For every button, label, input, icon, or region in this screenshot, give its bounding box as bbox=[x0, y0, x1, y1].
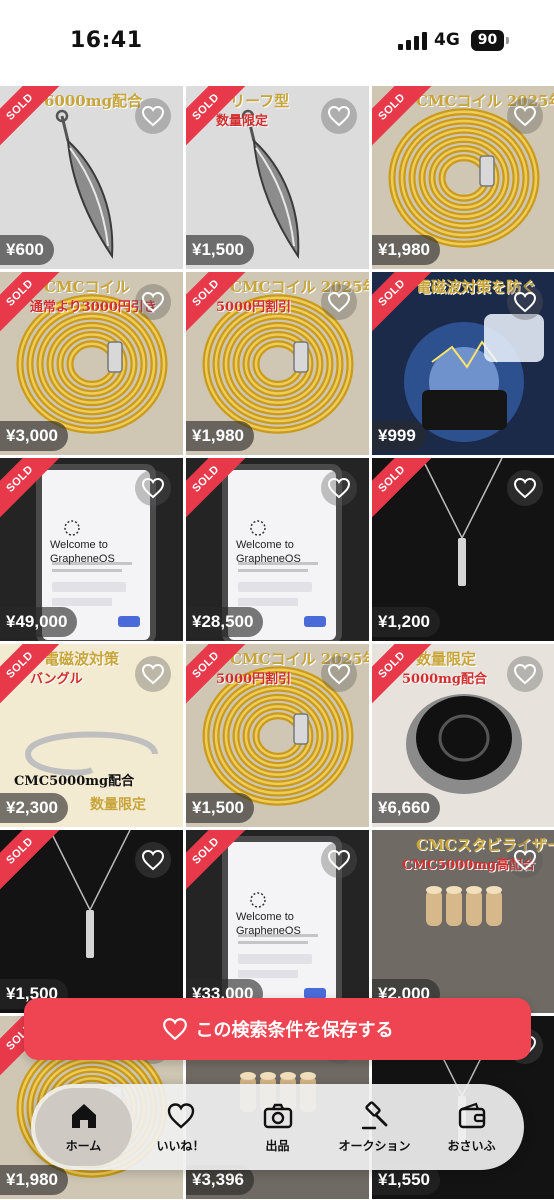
overlay-text: 数量限定 bbox=[416, 650, 477, 668]
heart-outline-icon bbox=[513, 663, 537, 685]
battery-icon: 90 bbox=[471, 30, 504, 51]
heart-outline-icon bbox=[141, 291, 165, 313]
product-tile[interactable]: Welcome to GrapheneOS SOLD ¥28,500 bbox=[186, 458, 369, 641]
like-button[interactable] bbox=[321, 656, 357, 692]
product-tile[interactable]: 6000mg配合 SOLD ¥600 bbox=[0, 86, 183, 269]
product-tile[interactable]: CMCコイル 通常より3000円引き SOLD ¥3,000 bbox=[0, 272, 183, 455]
like-button[interactable] bbox=[507, 842, 543, 878]
overlay-text-2: バングル bbox=[30, 672, 83, 687]
network-type: 4G bbox=[434, 30, 460, 50]
price-tag: ¥1,980 bbox=[372, 235, 440, 265]
product-tile[interactable]: Welcome to GrapheneOS SOLD ¥49,000 bbox=[0, 458, 183, 641]
price-tag: ¥6,660 bbox=[372, 793, 440, 823]
screen-title: Welcome to GrapheneOS bbox=[236, 911, 301, 937]
overlay-text-2: 5000円割引 bbox=[216, 672, 292, 687]
gavel-icon bbox=[361, 1100, 387, 1129]
overlay-text-2: 5000mg配合 bbox=[402, 672, 488, 687]
bottom-tab-bar: ホーム いいね！ 出品 オークション おさいふ bbox=[31, 1084, 524, 1170]
tab-wallet[interactable]: おさいふ bbox=[423, 1088, 520, 1166]
price-tag: ¥1,200 bbox=[372, 607, 440, 637]
product-tile[interactable]: 電磁波対策 バングル CMC5000mg配合 数量限定 SOLD ¥2,300 bbox=[0, 644, 183, 827]
price-tag: ¥1,980 bbox=[186, 421, 254, 451]
like-button[interactable] bbox=[135, 470, 171, 506]
tab-wallet-label: おさいふ bbox=[447, 1138, 496, 1153]
tab-home-label: ホーム bbox=[65, 1138, 102, 1153]
heart-outline-icon bbox=[327, 105, 351, 127]
heart-outline-icon bbox=[327, 849, 351, 871]
home-icon bbox=[71, 1103, 96, 1128]
like-button[interactable] bbox=[321, 98, 357, 134]
like-button[interactable] bbox=[321, 284, 357, 320]
like-button[interactable] bbox=[135, 98, 171, 134]
overlay-text-2: 5000円割引 bbox=[216, 300, 292, 315]
battery-tip bbox=[506, 37, 509, 44]
heart-outline-icon bbox=[513, 291, 537, 313]
heart-icon bbox=[167, 1102, 194, 1129]
overlay-text-3: CMC5000mg配合 bbox=[14, 774, 135, 789]
like-button[interactable] bbox=[321, 842, 357, 878]
tab-home[interactable]: ホーム bbox=[35, 1088, 132, 1166]
wallet-icon bbox=[458, 1102, 485, 1128]
status-time: 16:41 bbox=[70, 28, 143, 53]
save-search-label: この検索条件を保存する bbox=[195, 1020, 394, 1041]
product-tile[interactable]: 電磁波対策を防ぐ SOLD ¥999 bbox=[372, 272, 554, 455]
like-button[interactable] bbox=[135, 842, 171, 878]
tab-auction-label: オークション bbox=[338, 1138, 411, 1153]
price-tag: ¥1,500 bbox=[186, 793, 254, 823]
tab-likes[interactable]: いいね！ bbox=[132, 1088, 229, 1166]
save-search-button[interactable]: この検索条件を保存する bbox=[24, 998, 531, 1060]
product-tile[interactable]: CMCコイル 2025年製SOLD¥1,980 bbox=[372, 86, 554, 269]
like-button[interactable] bbox=[507, 284, 543, 320]
heart-outline-icon bbox=[141, 849, 165, 871]
product-tile[interactable]: SOLD ¥1,500 bbox=[0, 830, 183, 1013]
overlay-text-4: 数量限定 bbox=[90, 797, 146, 813]
like-button[interactable] bbox=[507, 656, 543, 692]
overlay-text: 6000mg配合 bbox=[44, 92, 143, 110]
heart-outline-icon bbox=[513, 477, 537, 499]
like-button[interactable] bbox=[321, 470, 357, 506]
product-tile[interactable]: リーフ型 数量限定 SOLD ¥1,500 bbox=[186, 86, 369, 269]
camera-icon bbox=[263, 1103, 292, 1128]
product-tile[interactable]: SOLD ¥1,200 bbox=[372, 458, 554, 641]
price-tag: ¥1,500 bbox=[186, 235, 254, 265]
price-tag: ¥2,300 bbox=[0, 793, 68, 823]
product-tile[interactable]: Welcome to GrapheneOS SOLD ¥33,000 bbox=[186, 830, 369, 1013]
price-tag: ¥1,980 bbox=[0, 1165, 68, 1195]
overlay-text: CMCコイル bbox=[44, 278, 130, 296]
heart-outline-icon bbox=[327, 291, 351, 313]
like-button[interactable] bbox=[507, 470, 543, 506]
product-tile[interactable]: CMCコイル 2025年製5000円割引SOLD¥1,980 bbox=[186, 272, 369, 455]
screen-title: Welcome to GrapheneOS bbox=[236, 539, 301, 565]
like-button[interactable] bbox=[507, 98, 543, 134]
tab-auction[interactable]: オークション bbox=[326, 1088, 423, 1166]
heart-outline-icon bbox=[513, 849, 537, 871]
tab-likes-label: いいね！ bbox=[156, 1138, 205, 1153]
price-tag: ¥28,500 bbox=[186, 607, 264, 637]
overlay-text: 電磁波対策 bbox=[44, 650, 120, 668]
heart-outline-icon bbox=[327, 477, 351, 499]
price-tag: ¥3,000 bbox=[0, 421, 68, 451]
overlay-text: リーフ型 bbox=[230, 92, 290, 110]
like-button[interactable] bbox=[135, 284, 171, 320]
heart-outline-icon bbox=[141, 105, 165, 127]
heart-outline-icon bbox=[162, 1018, 187, 1041]
price-tag: ¥49,000 bbox=[0, 607, 78, 637]
heart-outline-icon bbox=[141, 477, 165, 499]
price-tag: ¥600 bbox=[0, 235, 54, 265]
product-tile[interactable]: 数量限定 5000mg配合 SOLD ¥6,660 bbox=[372, 644, 554, 827]
screen-title: Welcome to GrapheneOS bbox=[50, 539, 115, 565]
tab-sell[interactable]: 出品 bbox=[229, 1088, 326, 1166]
heart-outline-icon bbox=[513, 105, 537, 127]
signal-icon bbox=[398, 32, 428, 50]
product-tile[interactable]: CMCスタビライザー CMC5000mg高配合 ¥2,000 bbox=[372, 830, 554, 1013]
status-bar: 16:41 4G 90 bbox=[0, 0, 554, 84]
like-button[interactable] bbox=[135, 656, 171, 692]
tab-sell-label: 出品 bbox=[265, 1138, 290, 1153]
heart-outline-icon bbox=[327, 663, 351, 685]
overlay-text-2: 数量限定 bbox=[216, 114, 269, 129]
heart-outline-icon bbox=[141, 663, 165, 685]
price-tag: ¥999 bbox=[372, 421, 426, 451]
product-tile[interactable]: CMCコイル 2025年製5000円割引SOLD¥1,500 bbox=[186, 644, 369, 827]
